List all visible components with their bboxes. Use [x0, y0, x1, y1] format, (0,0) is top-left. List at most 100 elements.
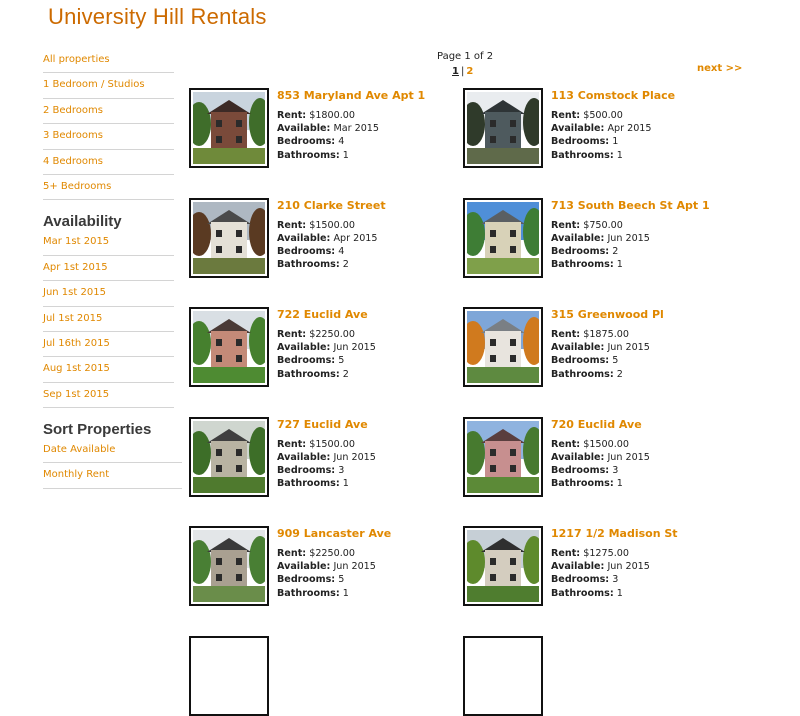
available-label: Available:	[277, 123, 331, 135]
listing-details: Rent: $500.00 Available: Apr 2015 Bedroo…	[551, 109, 652, 162]
listing-title[interactable]: 113 Comstock Place	[551, 89, 675, 102]
filter-all-properties[interactable]: All properties	[43, 48, 174, 74]
page-link-2[interactable]: 2	[466, 66, 473, 77]
bathrooms-value: 2	[342, 368, 349, 380]
bedrooms-label: Bedrooms:	[551, 574, 610, 586]
rent-line: Rent: $1500.00	[277, 219, 378, 232]
filter-5-plus-bedrooms[interactable]: 5+ Bedrooms	[43, 175, 174, 201]
bedrooms-line: Bedrooms: 5	[277, 573, 376, 586]
available-label: Available:	[551, 561, 605, 573]
listing-details: Rent: $2250.00 Available: Jun 2015 Bedro…	[277, 547, 376, 600]
property-thumbnail[interactable]	[189, 635, 269, 716]
availability-apr-1st-2015[interactable]: Apr 1st 2015	[43, 256, 174, 282]
available-label: Available:	[277, 451, 331, 463]
bedrooms-value: 5	[612, 355, 619, 367]
bedrooms-value: 3	[612, 464, 619, 476]
house-photo	[193, 92, 265, 164]
listing-title[interactable]: 722 Euclid Ave	[277, 308, 368, 321]
rent-label: Rent:	[551, 219, 581, 231]
filter-1-bedroom-studios[interactable]: 1 Bedroom / Studios	[43, 73, 174, 99]
bedrooms-label: Bedrooms:	[277, 245, 336, 257]
bathrooms-label: Bathrooms:	[277, 368, 340, 380]
house-photo	[467, 420, 539, 493]
availability-jun-1st-2015[interactable]: Jun 1st 2015	[43, 281, 174, 307]
available-label: Available:	[277, 561, 331, 573]
bedrooms-label: Bedrooms:	[551, 355, 610, 367]
available-value: Jun 2015	[607, 342, 650, 354]
property-thumbnail[interactable]	[189, 416, 269, 497]
bedrooms-line: Bedrooms: 1	[551, 135, 652, 148]
listing-card: 210 Clarke Street Rent: $1500.00 Availab…	[189, 197, 459, 298]
bedrooms-line: Bedrooms: 3	[551, 573, 650, 586]
available-value: Apr 2015	[607, 123, 652, 135]
property-thumbnail[interactable]	[463, 307, 543, 387]
bathrooms-value: 1	[616, 149, 623, 161]
property-thumbnail[interactable]	[189, 307, 269, 387]
bathrooms-value: 2	[342, 259, 349, 271]
bathrooms-line: Bathrooms: 2	[551, 368, 650, 381]
bedrooms-label: Bedrooms:	[551, 245, 610, 257]
property-thumbnail[interactable]	[463, 88, 543, 168]
available-label: Available:	[277, 342, 331, 354]
site-title[interactable]: University Hill Rentals	[48, 4, 267, 30]
property-thumbnail[interactable]	[189, 197, 269, 278]
bathrooms-label: Bathrooms:	[551, 149, 614, 161]
bathrooms-line: Bathrooms: 1	[551, 149, 652, 162]
listing-title[interactable]: 713 South Beech St Apt 1	[551, 199, 710, 212]
rent-value: $750.00	[583, 219, 623, 231]
availability-jul-1st-2015[interactable]: Jul 1st 2015	[43, 307, 174, 332]
property-thumbnail[interactable]	[463, 635, 543, 716]
availability-aug-1st-2015[interactable]: Aug 1st 2015	[43, 357, 174, 383]
bedrooms-line: Bedrooms: 5	[277, 354, 376, 367]
sort-options-list: Date Available Monthly Rent	[43, 438, 183, 489]
house-photo	[467, 311, 539, 383]
filter-3-bedrooms[interactable]: 3 Bedrooms	[43, 124, 174, 150]
next-page-link[interactable]: next >>	[697, 63, 742, 74]
bedrooms-value: 2	[612, 245, 619, 257]
property-thumbnail[interactable]	[463, 526, 543, 606]
page-link-current[interactable]: 1	[452, 66, 459, 77]
available-value: Jun 2015	[607, 451, 650, 463]
availability-sep-1st-2015[interactable]: Sep 1st 2015	[43, 383, 174, 409]
availability-jul-16th-2015[interactable]: Jul 16th 2015	[43, 332, 174, 358]
listing-title[interactable]: 720 Euclid Ave	[551, 418, 642, 431]
bathrooms-line: Bathrooms: 1	[551, 258, 650, 271]
rent-line: Rent: $2250.00	[277, 547, 376, 560]
listing-title[interactable]: 1217 1/2 Madison St	[551, 527, 678, 540]
bedrooms-line: Bedrooms: 4	[277, 135, 379, 148]
house-photo	[467, 201, 539, 274]
available-label: Available:	[551, 123, 605, 135]
listing-title[interactable]: 909 Lancaster Ave	[277, 527, 391, 540]
available-label: Available:	[551, 342, 605, 354]
availability-mar-1st-2015[interactable]: Mar 1st 2015	[43, 230, 174, 256]
property-thumbnail[interactable]	[189, 526, 269, 606]
listing-details: Rent: $1875.00 Available: Jun 2015 Bedro…	[551, 328, 650, 381]
filter-2-bedrooms[interactable]: 2 Bedrooms	[43, 99, 174, 125]
listing-title[interactable]: 210 Clarke Street	[277, 199, 386, 212]
available-line: Available: Jun 2015	[551, 560, 650, 573]
bathrooms-value: 2	[616, 368, 623, 380]
rent-value: $1875.00	[583, 329, 629, 340]
bathrooms-label: Bathrooms:	[551, 587, 614, 599]
listing-title[interactable]: 727 Euclid Ave	[277, 418, 368, 431]
sort-monthly-rent[interactable]: Monthly Rent	[43, 463, 182, 489]
bedrooms-value: 5	[338, 355, 345, 367]
available-line: Available: Jun 2015	[277, 560, 376, 573]
property-thumbnail[interactable]	[189, 88, 269, 168]
listing-card: 1217 1/2 Madison St Rent: $1275.00 Avail…	[463, 526, 733, 626]
available-line: Available: Apr 2015	[551, 122, 652, 135]
property-thumbnail[interactable]	[463, 416, 543, 497]
rent-label: Rent:	[277, 438, 307, 450]
available-line: Available: Apr 2015	[277, 232, 378, 245]
property-thumbnail[interactable]	[463, 197, 543, 278]
bathrooms-line: Bathrooms: 2	[277, 368, 376, 381]
filter-4-bedrooms[interactable]: 4 Bedrooms	[43, 150, 174, 175]
listing-title[interactable]: 315 Greenwood Pl	[551, 308, 664, 321]
available-value: Jun 2015	[333, 451, 376, 463]
listing-title[interactable]: 853 Maryland Ave Apt 1	[277, 89, 425, 102]
sort-date-available[interactable]: Date Available	[43, 438, 182, 464]
rent-value: $2250.00	[309, 548, 355, 559]
available-label: Available:	[551, 232, 605, 244]
bedrooms-label: Bedrooms:	[551, 136, 610, 148]
available-value: Apr 2015	[333, 232, 378, 244]
